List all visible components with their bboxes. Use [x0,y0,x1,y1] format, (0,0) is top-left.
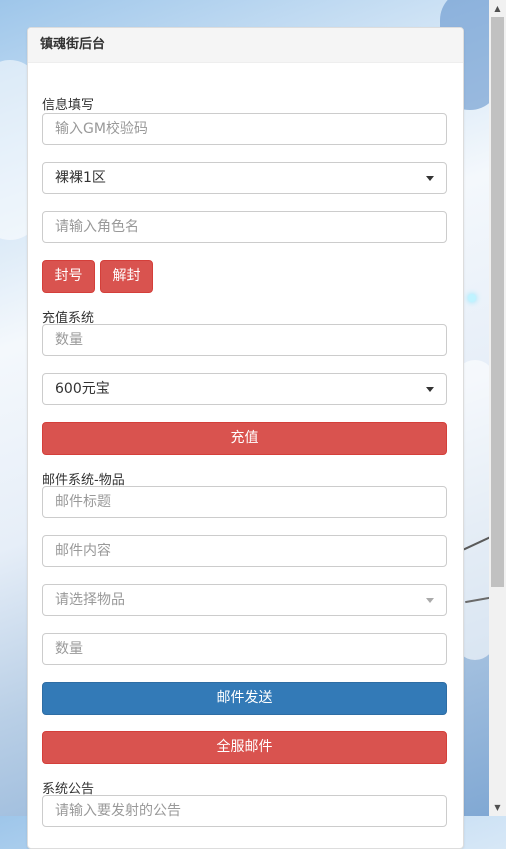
chevron-down-icon [426,176,434,181]
panel-title: 镇魂街后台 [28,28,463,63]
send-all-mail-button[interactable]: 全服邮件 [42,731,447,764]
server-select[interactable]: 裸裸1区 [42,162,447,194]
server-select-value: 裸裸1区 [55,170,106,186]
mail-title-input[interactable]: 邮件标题 [42,486,447,518]
mail-content-input[interactable]: 邮件内容 [42,535,447,567]
role-name-input[interactable]: 请输入角色名 [42,211,447,243]
scrollbar-thumb[interactable] [491,17,504,587]
item-select[interactable]: 请选择物品 [42,584,447,616]
scroll-up-arrow-icon[interactable]: ▲ [489,0,506,17]
unban-button[interactable]: 解封 [100,260,153,293]
scroll-down-arrow-icon[interactable]: ▼ [489,799,506,816]
info-section-label: 信息填写 [42,98,95,113]
item-select-placeholder: 请选择物品 [55,592,125,608]
admin-panel: 镇魂街后台 信息填写 输入GM校验码 裸裸1区 请输入角色名 封号 解封 充值系… [27,27,464,849]
gm-code-input[interactable]: 输入GM校验码 [42,113,447,145]
chevron-down-icon [426,387,434,392]
send-mail-button[interactable]: 邮件发送 [42,682,447,715]
package-select-value: 600元宝 [55,381,110,397]
vertical-scrollbar[interactable]: ▲ ▼ [489,0,506,816]
ban-button[interactable]: 封号 [42,260,95,293]
recharge-amount-input[interactable]: 数量 [42,324,447,356]
background-sparkle [468,294,476,302]
chevron-down-icon [426,598,434,603]
mail-quantity-input[interactable]: 数量 [42,633,447,665]
package-select[interactable]: 600元宝 [42,373,447,405]
recharge-button[interactable]: 充值 [42,422,447,455]
notice-input[interactable]: 请输入要发射的公告 [42,795,447,827]
